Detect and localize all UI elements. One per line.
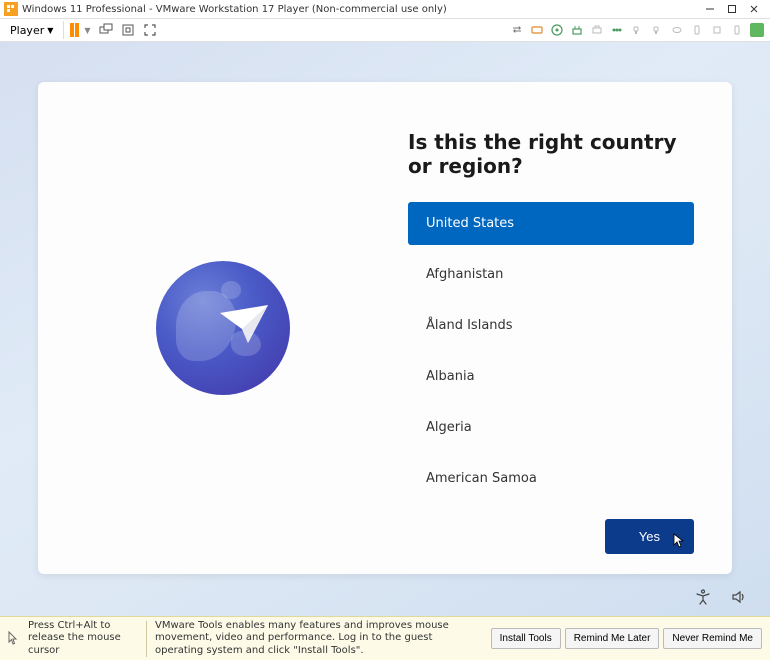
region-item[interactable]: American Samoa <box>408 457 694 500</box>
remind-later-button[interactable]: Remind Me Later <box>565 628 660 649</box>
oobe-title: Is this the right country or region? <box>408 130 704 178</box>
printer-icon[interactable] <box>590 23 604 37</box>
oobe-system-tray <box>694 588 748 606</box>
fit-guest-icon[interactable] <box>121 23 135 37</box>
network-adapter-icon[interactable] <box>570 23 584 37</box>
player-menu-label: Player <box>10 24 44 37</box>
status-separator <box>146 621 147 657</box>
chevron-down-icon: ▼ <box>47 26 53 35</box>
yes-button[interactable]: Yes <box>605 519 694 554</box>
cd-icon[interactable] <box>550 23 564 37</box>
mouse-release-hint: Press Ctrl+Alt to release the mouse curs… <box>28 620 138 658</box>
yes-button-label: Yes <box>639 529 660 544</box>
vm-display[interactable]: Is this the right country or region? Uni… <box>0 42 770 616</box>
device-icon-5[interactable] <box>730 23 744 37</box>
region-item[interactable]: Albania <box>408 355 694 398</box>
region-item-selected[interactable]: United States <box>408 202 694 245</box>
send-ctrl-alt-del-icon[interactable] <box>99 23 113 37</box>
region-item[interactable]: Algeria <box>408 406 694 449</box>
usb-icon[interactable] <box>610 23 624 37</box>
toolbar-separator <box>63 21 64 39</box>
fullscreen-icon[interactable] <box>143 23 157 37</box>
close-button[interactable] <box>748 3 760 15</box>
device-icon-3[interactable] <box>690 23 704 37</box>
maximize-button[interactable] <box>726 3 738 15</box>
network-icon[interactable]: ⮂ <box>510 23 524 37</box>
sound-icon[interactable] <box>630 23 644 37</box>
volume-icon[interactable] <box>730 588 748 606</box>
oobe-card: Is this the right country or region? Uni… <box>38 82 732 574</box>
region-item[interactable]: Andorra <box>408 508 694 511</box>
toolbar: Player ▼ ▼ ⮂ <box>0 18 770 42</box>
region-item[interactable]: Åland Islands <box>408 304 694 347</box>
install-tools-button[interactable]: Install Tools <box>491 628 561 649</box>
app-icon <box>4 2 18 16</box>
player-menu[interactable]: Player ▼ <box>6 22 57 39</box>
pause-button[interactable] <box>70 23 79 37</box>
mouse-cursor-icon <box>673 533 685 549</box>
window-controls <box>704 3 766 15</box>
message-log-icon[interactable] <box>750 23 764 37</box>
region-list[interactable]: United States Afghanistan Åland Islands … <box>408 202 704 511</box>
accessibility-icon[interactable] <box>694 588 712 606</box>
cursor-hint-icon <box>8 631 20 647</box>
chevron-down-icon[interactable]: ▼ <box>84 26 90 35</box>
oobe-illustration <box>38 82 408 574</box>
paper-plane-icon <box>218 303 272 347</box>
device-icon-2[interactable] <box>670 23 684 37</box>
window-title-bar: Windows 11 Professional - VMware Worksta… <box>0 0 770 18</box>
status-bar: Press Ctrl+Alt to release the mouse curs… <box>0 616 770 660</box>
device-tray: ⮂ <box>510 23 764 37</box>
minimize-button[interactable] <box>704 3 716 15</box>
device-icon[interactable] <box>650 23 664 37</box>
device-icon-4[interactable] <box>710 23 724 37</box>
hard-disk-icon[interactable] <box>530 23 544 37</box>
never-remind-button[interactable]: Never Remind Me <box>663 628 762 649</box>
vmware-tools-hint: VMware Tools enables many features and i… <box>155 620 483 658</box>
window-title: Windows 11 Professional - VMware Worksta… <box>22 4 704 15</box>
region-item[interactable]: Afghanistan <box>408 253 694 296</box>
